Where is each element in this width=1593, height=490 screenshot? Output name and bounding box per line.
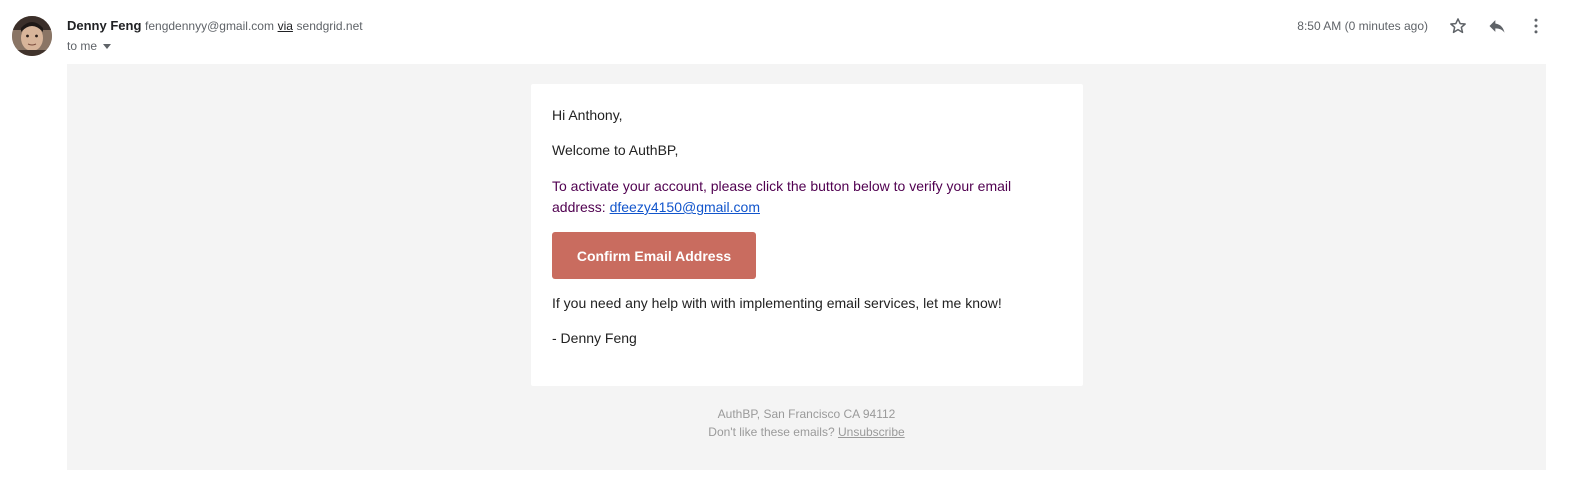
recipient-label: to me bbox=[67, 39, 98, 53]
chevron-down-icon bbox=[103, 43, 112, 49]
email-timestamp: 8:50 AM (0 minutes ago) bbox=[1297, 19, 1428, 33]
more-vert-icon bbox=[1534, 18, 1538, 34]
welcome-text: Welcome to AuthBP, bbox=[552, 142, 679, 158]
sender-line: Denny Feng fengdennyy@gmail.com via send… bbox=[67, 18, 363, 34]
via-link[interactable]: via bbox=[278, 19, 293, 33]
activate-paragraph: To activate your account, please click t… bbox=[552, 176, 1052, 218]
reply-button[interactable] bbox=[1485, 14, 1509, 38]
star-button[interactable] bbox=[1446, 14, 1470, 38]
recipient-details-toggle[interactable]: to me bbox=[67, 39, 112, 53]
verify-email-link[interactable]: dfeezy4150@gmail.com bbox=[610, 199, 760, 215]
reply-icon bbox=[1489, 20, 1505, 33]
confirm-email-button[interactable]: Confirm Email Address bbox=[552, 232, 756, 279]
footer-address: AuthBP, San Francisco CA 94112 bbox=[717, 407, 896, 421]
via-host: sendgrid.net bbox=[296, 19, 363, 33]
footer-unsubscribe-line: Don't like these emails? Unsubscribe bbox=[67, 423, 1546, 441]
avatar-image bbox=[12, 16, 52, 56]
help-text: If you need any help with with implement… bbox=[552, 295, 1002, 311]
email-footer: AuthBP, San Francisco CA 94112 Don't lik… bbox=[67, 405, 1546, 441]
sender-name[interactable]: Denny Feng bbox=[67, 18, 141, 33]
email-card: Hi Anthony, Welcome to AuthBP, To activa… bbox=[531, 84, 1083, 386]
unsubscribe-prompt: Don't like these emails? bbox=[708, 425, 838, 439]
more-options-button[interactable] bbox=[1524, 14, 1548, 38]
unsubscribe-link[interactable]: Unsubscribe bbox=[838, 425, 905, 439]
star-icon bbox=[1450, 18, 1466, 34]
sender-email: fengdennyy@gmail.com bbox=[145, 19, 274, 33]
email-body-canvas: Hi Anthony, Welcome to AuthBP, To activa… bbox=[67, 64, 1546, 470]
greeting-text: Hi Anthony, bbox=[552, 107, 623, 123]
signature-text: - Denny Feng bbox=[552, 330, 637, 346]
sender-avatar[interactable] bbox=[12, 16, 52, 56]
